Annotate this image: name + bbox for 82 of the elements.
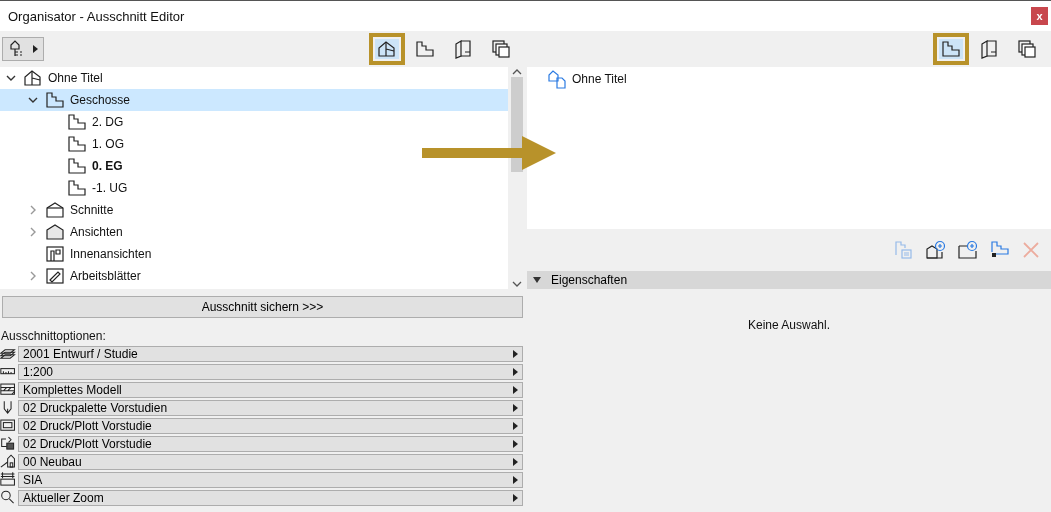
toolbar-button[interactable] [923,238,947,262]
floor-plan-icon [67,112,87,132]
save-view-button[interactable]: Ausschnitt sichern >>> [2,296,523,318]
floor-plan-icon [67,178,87,198]
tree-item[interactable]: -1. UG [0,177,134,199]
caret-icon [513,404,518,412]
layout-sheet-icon [453,39,473,59]
scroll-down-icon[interactable] [511,279,522,289]
floor-plan-icon [67,156,87,176]
tree-item[interactable]: Ohne Titel [0,67,109,89]
tree-item[interactable]: Ohne Titel [547,71,1051,87]
tree-item-label: Arbeitsblätter [70,269,141,283]
settings-icon [893,240,913,260]
option-dropdown[interactable]: Komplettes Modell [18,382,523,398]
option-dropdown[interactable]: 02 Druck/Plott Vorstudie [18,436,523,452]
option-dropdown[interactable]: SIA [18,472,523,488]
elevation-icon [45,222,65,242]
tree-item[interactable]: Arbeitsblätter [0,265,147,287]
tree-item[interactable]: 1. OG [0,133,130,155]
option-dropdown[interactable]: 2001 Entwurf / Studie [18,346,523,362]
view-tab[interactable] [369,33,405,65]
new-folder-icon [957,240,977,260]
house-icon [377,39,397,59]
delete-icon [1021,240,1041,260]
stacked-sheets-icon [491,39,511,59]
floor-plan-icon [67,134,87,154]
caret-icon [513,476,518,484]
section-icon [45,200,65,220]
view-tab[interactable] [933,33,969,65]
option-dropdown[interactable]: 1:200 [18,364,523,380]
caret-icon [32,45,38,53]
tree-item-label: -1. UG [92,181,128,195]
caret-icon [513,494,518,502]
window-title: Organisator - Ausschnitt Editor [8,8,185,24]
floor-plan-icon [415,39,435,59]
layout-sheet-icon [979,39,999,59]
chevron-right-icon[interactable] [28,271,38,281]
tree-item-label: Schnitte [70,203,114,217]
scroll-up-icon[interactable] [511,67,522,77]
worksheet-icon [45,266,65,286]
tree-item[interactable]: Ansichten [0,221,129,243]
caret-icon [513,422,518,430]
chevron-down-icon[interactable] [28,95,38,105]
caret-icon [513,440,518,448]
option-dropdown[interactable]: 02 Druck/Plott Vorstudie [18,418,523,434]
map-menu-button[interactable] [2,37,44,61]
option-dropdown[interactable]: Aktueller Zoom [18,490,523,506]
interior-elevation-icon [45,244,65,264]
tree-item-label: Ohne Titel [48,71,103,85]
option-dropdown[interactable]: 00 Neubau [18,454,523,470]
properties-header[interactable]: Eigenschaften [527,271,1051,289]
tree-item-label: Ansichten [70,225,123,239]
caret-icon [513,386,518,394]
tree-item-label: Ohne Titel [572,72,627,86]
caret-icon [533,277,541,283]
tree-item-label: Geschosse [70,93,131,107]
stacked-sheets-icon [1017,39,1037,59]
tree-item[interactable]: Innenansichten [0,243,158,265]
caret-icon [513,458,518,466]
close-button[interactable]: x [1031,7,1048,25]
chevron-right-icon[interactable] [28,227,38,237]
clone-add-icon [925,240,945,260]
tree-item-label: 1. OG [92,137,124,151]
option-dropdown[interactable]: 02 Druckpalette Vorstudien [18,400,523,416]
tree-item-label: 2. DG [92,115,124,129]
tree-item[interactable]: 0. EG [0,155,129,177]
chevron-right-icon[interactable] [28,205,38,215]
tree-item[interactable]: Geschosse [0,89,508,111]
caret-icon [513,368,518,376]
save-view-icon [989,240,1009,260]
empty-message: Keine Auswahl. [747,318,831,332]
house-icon [23,68,43,88]
floor-plan-icon [941,39,961,59]
tree-item[interactable]: 2. DG [0,111,130,133]
tree-item[interactable]: Schnitte [0,199,120,221]
project-view-icon [547,69,567,89]
chevron-down-icon[interactable] [6,73,16,83]
tree-item-label: 0. EG [92,159,123,173]
options-label: Ausschnittoptionen: [1,329,107,343]
floor-plan-icon [45,90,65,110]
caret-icon [513,350,518,358]
tree-item-label: Innenansichten [70,247,152,261]
